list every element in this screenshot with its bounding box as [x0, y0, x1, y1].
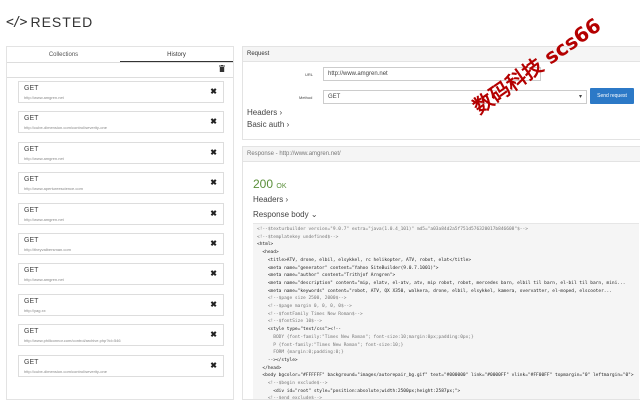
close-icon[interactable]: ✖: [210, 117, 217, 127]
close-icon[interactable]: ✖: [210, 87, 217, 97]
code-line: <!--$page margin 0, 0, 0, 0$-->: [257, 304, 352, 310]
history-item[interactable]: GET http://www.apertureescience.com ✖: [18, 172, 224, 195]
response-heading: Response - http://www.amgren.net/: [243, 147, 640, 162]
history-item[interactable]: GET http://yag.xx ✖: [18, 293, 224, 316]
code-line: <meta name="description" content="mip, e…: [257, 280, 626, 286]
response-body-code: <!--$texturbuilder version="9.0.7" extra…: [253, 223, 639, 399]
chevron-down-icon: ⌄: [310, 210, 318, 219]
close-icon[interactable]: ✖: [210, 269, 217, 279]
response-headers-label: Headers: [253, 195, 284, 204]
status-text: OK: [276, 183, 287, 190]
history-item[interactable]: GET http://cube-dimension.com/control/sev…: [18, 354, 224, 377]
code-line: BODY {font-family:"Times New Roman"; fon…: [257, 334, 474, 340]
code-line: </head>: [257, 365, 282, 371]
response-body-toggle[interactable]: Response body ⌄: [253, 210, 318, 219]
history-item-url: http://www.amgren.net: [24, 155, 64, 161]
history-item-url: http://www.amgren.net: [24, 95, 64, 100]
chevron-right-icon: ›: [279, 108, 283, 117]
history-item-url: http://cube-dimension.com/control/severi…: [24, 368, 107, 374]
response-headers-toggle[interactable]: Headers ›: [253, 195, 288, 204]
headers-toggle[interactable]: Headers ›: [247, 108, 282, 117]
code-line: <title>ATV, drone, elbil, elsykkel, rc h…: [257, 257, 472, 263]
history-item[interactable]: GET http://www.phillconnor.com/control/ar…: [18, 324, 224, 347]
method-select[interactable]: GET ▾: [323, 90, 587, 104]
code-line: <!--$page size 2500, 2000$-->: [257, 296, 347, 302]
history-item-url: http://www.amgren.net: [24, 216, 64, 222]
history-item-method: GET: [24, 237, 39, 244]
code-line: <div id="root" style="position:absolute;…: [257, 388, 461, 394]
tab-collections[interactable]: Collections: [7, 47, 120, 62]
code-line: <meta name="keywords" content="robot, AT…: [257, 288, 612, 294]
history-item-method: GET: [24, 115, 39, 123]
history-item[interactable]: GET http://cube-dimension.com/control/sev…: [18, 111, 224, 134]
history-item[interactable]: GET http://www.amgren.net ✖: [18, 202, 224, 225]
request-panel: Request URL http://www.amgren.net Method…: [242, 46, 640, 140]
history-item-method: GET: [24, 297, 39, 305]
code-line: <!--$templatekey undefined$-->: [257, 234, 339, 240]
code-icon: </>: [6, 14, 28, 30]
code-line: --></style>: [257, 357, 298, 363]
history-item-method: GET: [24, 267, 39, 275]
history-item-method: GET: [24, 85, 39, 92]
code-line: <style type="text/css"><!--: [257, 327, 341, 333]
history-item-url: http://www.amgren.net: [24, 277, 64, 283]
app-header: </> RESTED: [0, 0, 640, 44]
tab-history[interactable]: History: [120, 47, 233, 62]
status-code: 200: [253, 177, 274, 191]
code-line: P {font-family:"Times New Roman"; font-s…: [257, 342, 404, 348]
history-panel: Collections History GET http://www.amgren…: [6, 46, 234, 400]
status-line: 200 OK: [253, 177, 287, 191]
code-line: <!--$fontFamily Times New Roman$-->: [257, 311, 363, 317]
code-line: <!--$fontSize 10$-->: [257, 319, 323, 325]
history-toolbar: [7, 63, 233, 75]
code-line: <!--$end exclude$-->: [257, 396, 323, 399]
history-item-method: GET: [24, 145, 39, 153]
chevron-right-icon: ›: [285, 195, 289, 204]
chevron-down-icon: ▾: [578, 94, 582, 100]
history-list: GET http://www.amgren.net ✖ GET http://cube-…: [7, 77, 233, 399]
history-item-url: http://yag.xx: [24, 307, 46, 313]
history-item-method: GET: [24, 206, 39, 214]
app-logo: </> RESTED: [6, 14, 93, 30]
code-line: <meta name="author" content="Trithjof Ar…: [257, 273, 396, 279]
close-icon[interactable]: ✖: [210, 239, 217, 249]
history-item-url: http://cube-dimension.com/control/severi…: [24, 125, 107, 131]
history-item-url: http://www.apertureescience.com: [24, 186, 83, 192]
history-item-url: http://www.phillconnor.com/control/archi…: [24, 338, 121, 344]
history-item[interactable]: GET http://www.amgren.net ✖: [18, 141, 224, 164]
code-line: <html>: [257, 242, 274, 248]
history-item[interactable]: GET http://www.amgren.net ✖: [18, 263, 224, 286]
response-panel: Response - http://www.amgren.net/ 200 OK…: [242, 146, 640, 400]
headers-label: Headers: [247, 108, 278, 117]
history-item[interactable]: GET http://theyvalbersman.com ✖: [18, 233, 224, 255]
code-line: FORM {margin:0;padding:0;}: [257, 350, 344, 356]
close-icon[interactable]: ✖: [210, 178, 217, 188]
close-icon[interactable]: ✖: [210, 330, 217, 340]
close-icon[interactable]: ✖: [210, 361, 217, 371]
history-item-method: GET: [24, 176, 39, 184]
history-item-method: GET: [24, 328, 39, 336]
panel-tabs: Collections History: [7, 47, 233, 63]
response-body-label: Response body: [253, 210, 309, 219]
chevron-right-icon: ›: [286, 120, 290, 129]
history-item[interactable]: GET http://www.amgren.net ✖: [18, 81, 224, 103]
method-label: Method: [299, 95, 313, 100]
basic-auth-label: Basic auth: [247, 120, 285, 129]
app-title: RESTED: [30, 14, 94, 30]
code-line: <body bgcolor="#FFFFFF" background="imag…: [257, 373, 634, 379]
url-label: URL: [305, 72, 314, 77]
code-line: <!--$texturbuilder version="9.0.7" extra…: [257, 227, 528, 232]
trash-icon[interactable]: [219, 65, 225, 72]
send-request-button[interactable]: Send request: [590, 88, 634, 104]
history-item-url: http://theyvalbersman.com: [24, 247, 71, 252]
close-icon[interactable]: ✖: [210, 300, 217, 310]
history-item-method: GET: [24, 358, 39, 366]
method-value: GET: [328, 94, 341, 100]
close-icon[interactable]: ✖: [210, 148, 217, 158]
code-line: <meta name="generator" content="Yahoo Si…: [257, 265, 439, 271]
code-line: <head>: [257, 250, 279, 256]
code-line: <!--$begin exclude$-->: [257, 381, 328, 387]
close-icon[interactable]: ✖: [210, 209, 217, 219]
basic-auth-toggle[interactable]: Basic auth ›: [247, 120, 289, 129]
